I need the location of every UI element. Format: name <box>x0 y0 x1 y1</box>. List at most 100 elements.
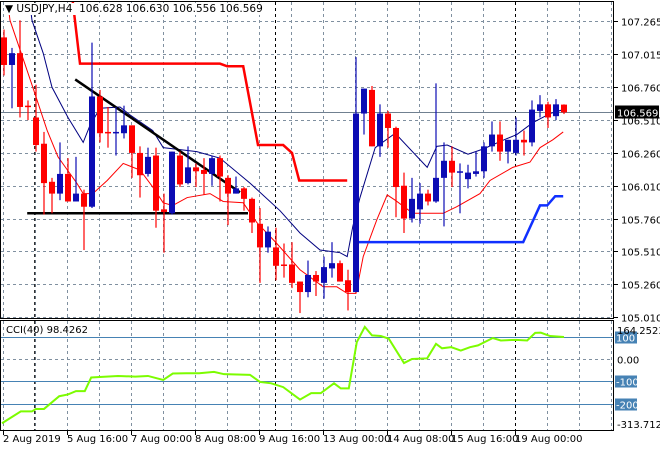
bullish-candle <box>513 139 519 153</box>
bearish-candle <box>297 281 303 293</box>
bearish-candle <box>161 209 167 212</box>
bullish-candle <box>73 193 79 202</box>
bearish-candle <box>217 158 223 177</box>
time-tick-label: 15 Aug 16:00 <box>451 434 518 445</box>
cci-zero-label: 0.00 <box>617 356 639 367</box>
bullish-candle <box>169 151 175 214</box>
low-value: 106.556 <box>172 3 217 15</box>
bullish-candle <box>121 125 127 134</box>
time-tick-label: 14 Aug 08:00 <box>387 434 454 445</box>
bearish-candle <box>561 104 567 113</box>
bullish-candle <box>57 173 63 194</box>
bullish-candle <box>145 156 151 174</box>
bearish-candle <box>129 125 135 153</box>
price-tick-label: 105.760 <box>621 216 660 227</box>
dropdown-triangle-icon[interactable]: ▼ <box>5 3 13 15</box>
time-tick-label: 2 Aug 2019 <box>3 434 61 445</box>
bullish-candle <box>329 263 335 269</box>
bullish-candle <box>305 274 311 293</box>
open-value: 106.628 <box>79 3 123 15</box>
bearish-candle <box>97 96 103 134</box>
bearish-candle <box>545 104 551 118</box>
resistance-step-line <box>71 1 348 182</box>
time-tick-label: 8 Aug 08:00 <box>195 434 256 445</box>
bearish-candle <box>521 139 527 143</box>
bullish-candle <box>113 131 119 134</box>
bearish-candle <box>257 223 263 248</box>
bearish-candle <box>281 264 287 266</box>
cci-title: CCI(40) <box>6 325 44 336</box>
bearish-candle <box>249 198 255 223</box>
chart-canvas: 107.265107.015106.760106.510106.260106.0… <box>0 1 660 445</box>
bearish-candle <box>201 169 207 174</box>
bearish-candle <box>81 193 87 207</box>
bearish-candle <box>337 263 343 282</box>
bearish-candle <box>345 280 351 293</box>
grid <box>1 2 614 430</box>
bullish-candle <box>473 171 479 174</box>
bearish-candle <box>193 167 199 172</box>
bearish-candle <box>105 131 111 134</box>
bearish-candle <box>1 37 7 65</box>
high-value: 106.630 <box>125 3 170 15</box>
time-tick-label: 19 Aug 00:00 <box>515 434 582 445</box>
bullish-candle <box>441 160 447 178</box>
bullish-candle <box>457 171 463 173</box>
price-tick-label: 107.015 <box>621 51 660 62</box>
bullish-candle <box>553 104 559 117</box>
time-tick-label: 9 Aug 16:00 <box>259 434 320 445</box>
bullish-candle <box>529 109 535 143</box>
bearish-candle <box>385 113 391 128</box>
symbol-label: USDJPY,H4 <box>16 3 73 15</box>
price-tick-label: 105.260 <box>621 281 660 292</box>
close-value: 106.569 <box>219 3 263 15</box>
price-tick-label: 105.510 <box>621 248 660 259</box>
bearish-candle <box>393 127 399 188</box>
price-tick-label: 107.265 <box>621 18 660 29</box>
cci-line <box>1 325 565 425</box>
bullish-candle <box>481 146 487 172</box>
cci-max-label: 164.2523 <box>617 326 660 337</box>
bearish-candle <box>497 134 503 152</box>
bullish-candle <box>265 231 271 248</box>
cci-value: 98.4262 <box>46 325 88 336</box>
bearish-candle <box>289 264 295 283</box>
bearish-candle <box>425 193 431 202</box>
bearish-candle <box>177 155 183 185</box>
bearish-candle <box>241 188 247 199</box>
cci-panel <box>1 325 614 425</box>
chart-header: ▼ USDJPY,H4 106.628 106.630 106.556 106.… <box>5 3 263 15</box>
axes: 107.265107.015106.760106.510106.260106.0… <box>3 18 660 445</box>
bearish-candle <box>273 247 279 266</box>
period-separators <box>34 2 516 430</box>
bearish-candle <box>33 117 39 146</box>
bearish-candle <box>17 53 23 107</box>
price-tick-label: 106.010 <box>621 183 660 194</box>
price-tick-label: 105.010 <box>621 314 660 325</box>
bearish-candle <box>41 143 47 184</box>
bearish-candle <box>313 274 319 282</box>
bullish-candle <box>185 167 191 184</box>
bullish-candle <box>209 158 215 174</box>
bearish-candle <box>49 181 55 194</box>
cci-level-label: -200 <box>616 401 639 412</box>
bullish-candle <box>377 113 383 147</box>
time-tick-label: 7 Aug 00:00 <box>131 434 192 445</box>
time-tick-label: 5 Aug 16:00 <box>67 434 128 445</box>
cci-min-label: -313.7127 <box>617 420 660 431</box>
bullish-candle <box>233 188 239 194</box>
bullish-candle <box>505 139 511 152</box>
cci-level-label: -100 <box>616 378 639 389</box>
bullish-candle <box>353 113 359 293</box>
bullish-candle <box>537 104 543 111</box>
price-tick-label: 106.260 <box>621 150 660 161</box>
bullish-candle <box>489 134 495 147</box>
bearish-candle <box>25 105 31 108</box>
bearish-candle <box>401 185 407 219</box>
bullish-candle <box>89 96 95 207</box>
bullish-candle <box>9 53 15 65</box>
time-tick-label: 13 Aug 00:00 <box>323 434 390 445</box>
bearish-candle <box>225 177 231 194</box>
bullish-candle <box>321 267 327 283</box>
bearish-candle <box>137 152 143 176</box>
